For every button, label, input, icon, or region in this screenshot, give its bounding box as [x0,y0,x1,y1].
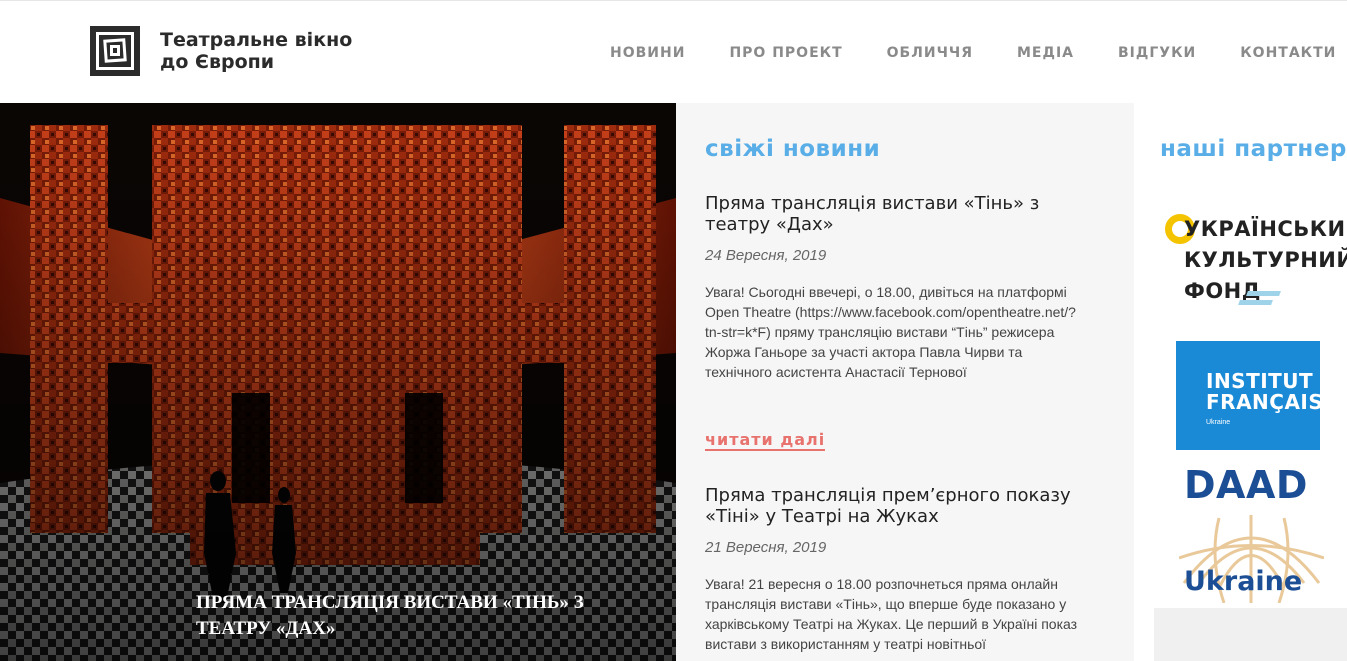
article-1-date: 24 Вересня, 2019 [705,247,827,264]
daad-country: Ukraine [1184,566,1303,597]
if-name: INSTITUT FRANÇAIS [1206,371,1323,413]
news-column: свіжі новини Пряма трансляція вистави «Т… [676,103,1134,661]
hero-image [0,103,676,661]
article-1-title[interactable]: Пряма трансляція вистави «Тінь» з театру… [705,193,1085,235]
hero-slide[interactable]: ПРЯМА ТРАНСЛЯЦІЯ ВИСТАВИ «ТІНЬ» З ТЕАТРУ… [0,103,676,661]
news-section-title: свіжі новини [705,136,881,162]
logo-line-1: Театральне вікно [160,29,353,51]
ucf-line-1: УКРАЇНСЬКИЙ [1184,217,1347,241]
main-nav: НОВИНИ ПРО ПРОЕКТ ОБЛИЧЧЯ МЕДІА ВІДГУКИ … [610,45,1336,61]
ucf-line-2: КУЛЬТУРНИЙ [1184,248,1347,272]
article-1-excerpt: Увага! Сьогодні ввечері, о 18.00, дивіть… [705,284,1076,380]
site-header: Театральне вікно до Європи НОВИНИ ПРО ПР… [0,0,1347,103]
article-1-read-more-link[interactable]: читати далі [705,430,826,451]
partners-section-title: наші партнери [1160,136,1347,162]
logo-text: Театральне вікно до Європи [160,29,352,73]
if-line-1: INSTITUT [1206,369,1314,393]
article-2-title[interactable]: Пряма трансляція прем’єрного показу «Тін… [705,485,1085,527]
ucf-stripe-icon [1238,300,1273,305]
daad-wordmark: DAAD [1184,463,1308,507]
nav-news[interactable]: НОВИНИ [610,45,685,61]
daad-ukraine-logo[interactable]: DAAD Ukraine [1174,458,1324,608]
nav-contacts[interactable]: КОНТАКТИ [1240,45,1336,61]
article-2-date: 21 Вересня, 2019 [705,539,827,556]
nav-media[interactable]: МЕДІА [1017,45,1074,61]
institut-francais-logo[interactable]: INSTITUT FRANÇAIS Ukraine [1176,341,1323,450]
hero-caption[interactable]: ПРЯМА ТРАНСЛЯЦІЯ ВИСТАВИ «ТІНЬ» З ТЕАТРУ… [196,590,656,642]
if-line-2: FRANÇAIS [1206,390,1324,414]
nav-faces[interactable]: ОБЛИЧЧЯ [887,45,973,61]
if-country: Ukraine [1206,419,1231,426]
partner-divider [1154,608,1347,661]
partners-column: наші партнери УКРАЇНСЬКИЙ КУЛЬТУРНИЙ ФОН… [1134,103,1347,661]
article-2-excerpt: Увага! 21 вересня о 18.00 розпочнеться п… [705,576,1078,652]
logo-icon [90,26,140,76]
logo-line-2: до Європи [160,51,275,73]
ucf-stripe-icon [1246,291,1281,296]
nav-about[interactable]: ПРО ПРОЕКТ [729,45,842,61]
site-logo[interactable]: Театральне вікно до Європи [90,26,352,76]
ukrainian-cultural-fund-logo[interactable]: УКРАЇНСЬКИЙ КУЛЬТУРНИЙ ФОНД [1164,206,1347,318]
nav-reviews[interactable]: ВІДГУКИ [1118,45,1196,61]
